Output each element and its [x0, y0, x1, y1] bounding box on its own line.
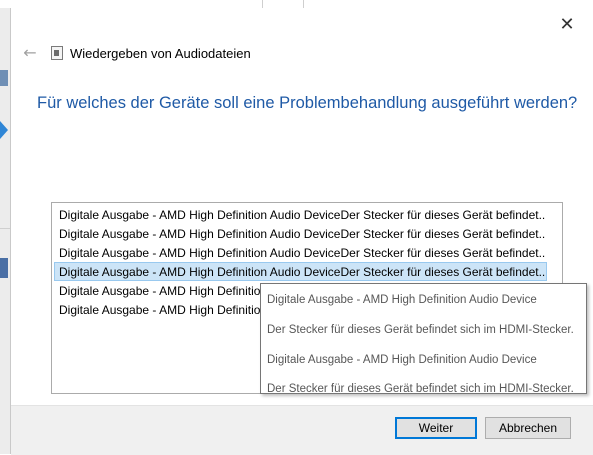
background-separator — [303, 0, 304, 8]
tooltip-connector-info: Der Stecker für dieses Gerät befindet si… — [267, 383, 574, 395]
back-arrow-icon[interactable]: ← — [19, 44, 41, 62]
troubleshooter-dialog: ✕ ← Wiedergeben von Audiodateien Für wel… — [10, 8, 593, 455]
tooltip-device-name: Digitale Ausgabe - AMD High Definition A… — [267, 294, 537, 306]
tooltip-connector-info: Der Stecker für dieses Gerät befindet si… — [267, 324, 574, 336]
background-arrow-icon — [0, 121, 8, 139]
device-list-item[interactable]: Digitale Ausgabe - AMD High Definition A… — [54, 205, 547, 224]
device-list-item-selected[interactable]: Digitale Ausgabe - AMD High Definition A… — [54, 262, 547, 281]
background-monitor-icon — [0, 258, 8, 278]
tooltip-device-name: Digitale Ausgabe - AMD High Definition A… — [267, 354, 537, 366]
device-list-item[interactable]: Digitale Ausgabe - AMD High Definition A… — [54, 243, 547, 262]
dialog-title: Wiedergeben von Audiodateien — [70, 46, 251, 61]
background-separator — [262, 0, 263, 8]
cancel-button[interactable]: Abbrechen — [485, 417, 571, 439]
close-icon[interactable]: ✕ — [555, 14, 579, 36]
device-list-item[interactable]: Digitale Ausgabe - AMD High Definition A… — [54, 224, 547, 243]
device-tooltip: Digitale Ausgabe - AMD High Definition A… — [260, 283, 587, 395]
next-button[interactable]: Weiter — [395, 417, 477, 439]
background-window-icon — [0, 70, 8, 86]
background-divider — [0, 228, 10, 229]
page-heading: Für welches der Geräte soll eine Problem… — [37, 94, 578, 112]
troubleshooter-icon — [51, 46, 63, 60]
button-bar: Weiter Abbrechen — [11, 405, 593, 455]
